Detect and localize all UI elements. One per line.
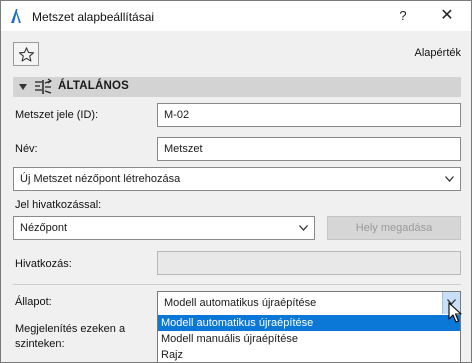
title-bar: Metszet alapbeállításai ? ✕	[1, 1, 471, 31]
chevron-down-icon	[299, 225, 308, 231]
status-option[interactable]: Rajz	[158, 347, 460, 362]
reference-input[interactable]	[157, 251, 461, 275]
mouse-pointer-icon	[448, 302, 462, 323]
reference-type-value: Nézőpont	[20, 222, 68, 234]
viewpoint-select-value: Új Metszet nézőpont létrehozása	[20, 173, 181, 185]
locate-button[interactable]: Hely megadása	[327, 216, 461, 240]
name-input[interactable]: Metszet	[157, 137, 461, 161]
favorites-button[interactable]	[13, 42, 39, 66]
status-select[interactable]: Modell automatikus újraépítése	[157, 291, 461, 315]
status-option[interactable]: Modell manuális újraépítése	[158, 331, 460, 347]
id-label: Metszet jele (ID):	[15, 109, 99, 121]
reference-label: Hivatkozás:	[15, 258, 72, 270]
show-on-label-line1: Megjelenítés ezeken a	[15, 323, 126, 335]
archicad-app-icon	[11, 9, 21, 23]
viewpoint-select[interactable]: Új Metszet nézőpont létrehozása	[13, 167, 461, 191]
divider	[13, 284, 461, 285]
status-option[interactable]: Modell automatikus újraépítése	[158, 315, 460, 331]
chevron-down-icon	[445, 176, 454, 182]
help-button[interactable]: ?	[385, 1, 421, 31]
status-label: Állapot:	[15, 296, 52, 308]
window-title: Metszet alapbeállításai	[32, 10, 155, 24]
panel-title: ÁLTALÁNOS	[58, 80, 130, 92]
section-tool-icon	[35, 78, 52, 94]
show-on-label-line2: szinteken:	[15, 338, 65, 350]
settings-dialog: Metszet alapbeállításai ? ✕ Alapérték ÁL…	[0, 0, 472, 363]
reference-type-select[interactable]: Nézőpont	[13, 216, 315, 240]
id-input[interactable]: M-02	[157, 103, 461, 127]
close-button[interactable]: ✕	[429, 1, 465, 31]
star-icon	[18, 47, 35, 62]
defaults-label: Alapérték	[414, 47, 461, 59]
name-label: Név:	[15, 143, 38, 155]
collapse-triangle-icon	[19, 84, 27, 90]
ref-label: Jel hivatkozással:	[15, 199, 102, 211]
general-panel-header[interactable]: ÁLTALÁNOS	[13, 77, 461, 97]
status-dropdown-list: Modell automatikus újraépítése Modell ma…	[157, 314, 461, 362]
status-select-value: Modell automatikus újraépítése	[164, 297, 317, 309]
